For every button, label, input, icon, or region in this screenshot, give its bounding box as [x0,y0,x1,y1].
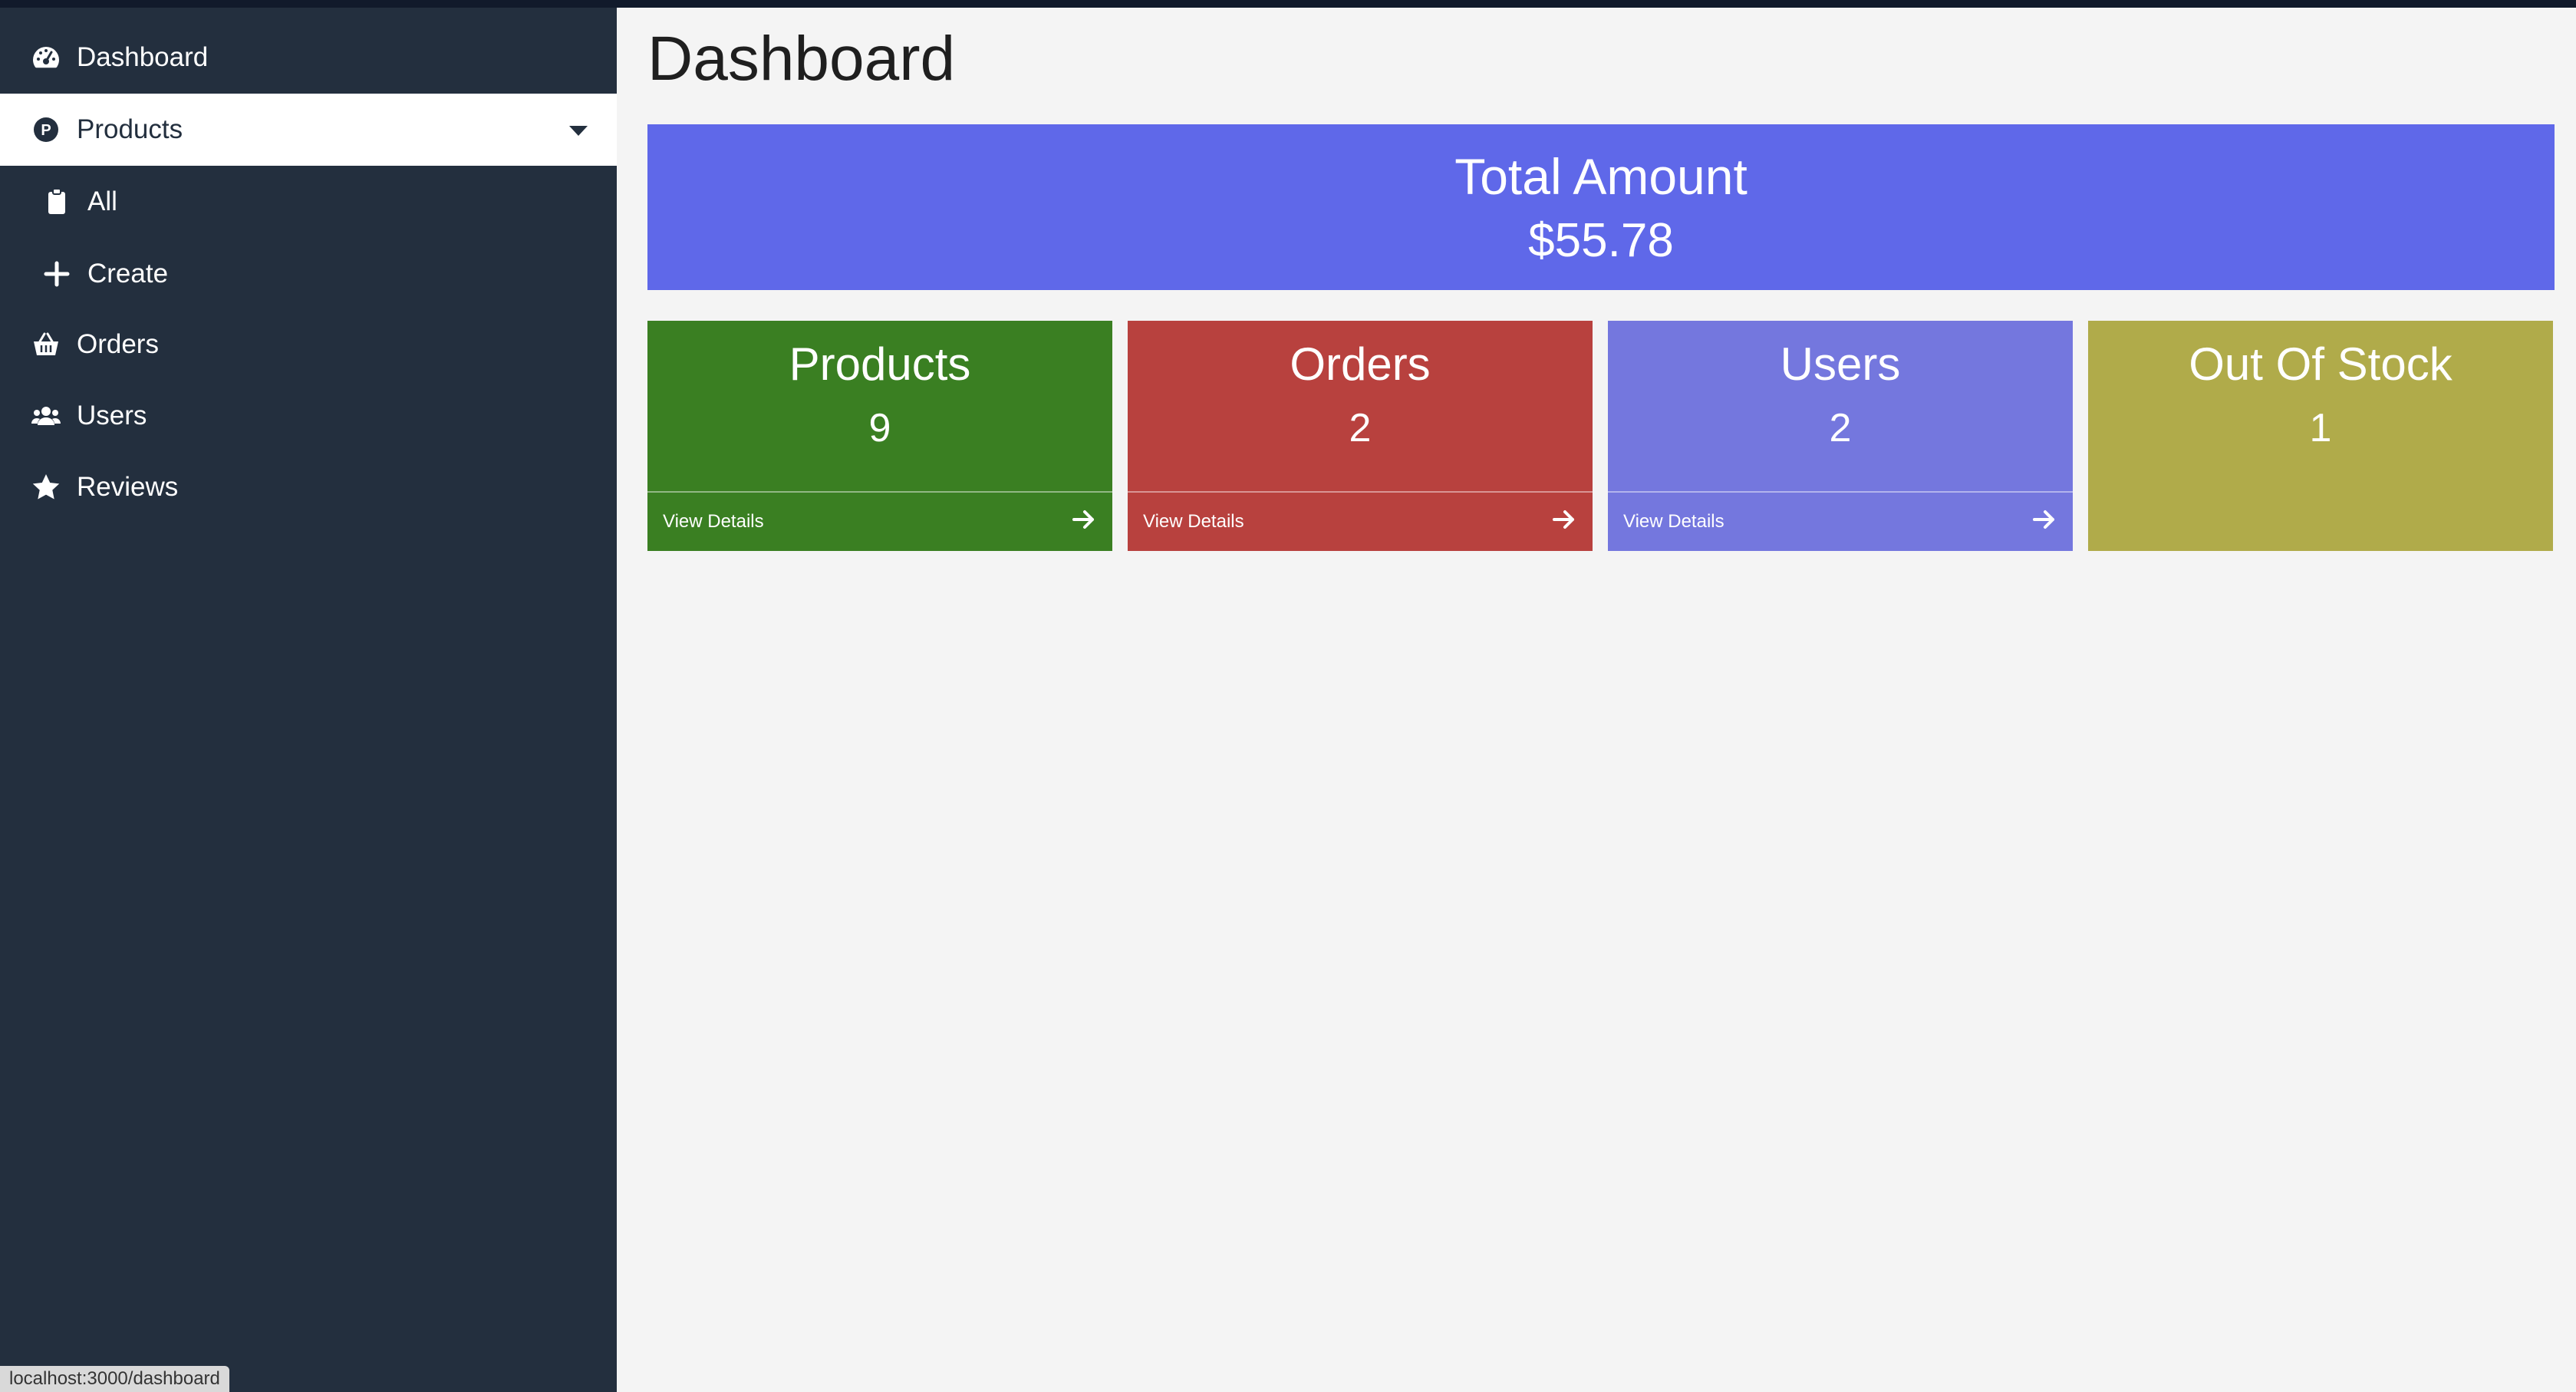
card-title: Products [789,338,971,390]
view-details-label: View Details [663,511,764,532]
total-amount-card: Total Amount $55.78 [647,124,2555,290]
basket-icon [29,328,63,361]
view-details-label: View Details [1143,511,1244,532]
view-details-link[interactable]: View Details [1608,491,2073,551]
sidebar-item-products[interactable]: P Products [0,94,617,166]
star-icon [29,470,63,504]
chevron-down-icon[interactable] [569,126,588,136]
view-details-link[interactable]: View Details [1128,491,1593,551]
card-title: Orders [1290,338,1431,390]
total-amount-value: $55.78 [1528,214,1674,267]
sidebar-item-label: Create [87,259,169,289]
status-url: localhost:3000/dashboard [0,1366,229,1392]
product-p-icon: P [29,113,63,147]
arrow-right-icon [1551,506,1577,538]
card-title: Out Of Stock [2189,338,2452,390]
sidebar-item-label: Users [77,401,147,430]
users-card: Users 2 View Details [1608,321,2073,551]
total-amount-label: Total Amount [1454,148,1748,205]
out-of-stock-card: Out Of Stock 1 [2088,321,2553,551]
sidebar-item-label: All [87,186,117,216]
sidebar-item-all[interactable]: All [0,166,617,238]
arrow-right-icon [1071,506,1097,538]
svg-text:P: P [41,122,51,139]
main-content: Dashboard Total Amount $55.78 Products 9… [617,8,2576,1392]
card-value: 2 [1829,406,1852,450]
card-value: 9 [868,406,891,450]
sidebar-item-label: Reviews [77,472,179,502]
card-value: 1 [2309,406,2332,450]
sidebar-item-label: Dashboard [77,42,209,72]
tachometer-icon [29,41,63,74]
sidebar-item-label: Orders [77,329,159,359]
sidebar: Dashboard P Products All Create Orders U… [0,8,617,1392]
sidebar-item-create[interactable]: Create [0,238,617,310]
arrow-right-icon [2031,506,2057,538]
users-icon [29,399,63,433]
top-bar [0,0,2576,8]
sidebar-item-dashboard[interactable]: Dashboard [0,21,617,94]
sidebar-item-reviews[interactable]: Reviews [0,451,617,523]
view-details-label: View Details [1623,511,1724,532]
orders-card: Orders 2 View Details [1128,321,1593,551]
clipboard-icon [40,185,74,219]
sidebar-item-label: Products [77,114,183,144]
card-value: 2 [1349,406,1372,450]
page-title: Dashboard [647,24,956,94]
card-title: Users [1780,338,1901,390]
sidebar-item-users[interactable]: Users [0,380,617,452]
products-card: Products 9 View Details [647,321,1112,551]
plus-icon [40,257,74,291]
sidebar-item-orders[interactable]: Orders [0,308,617,381]
view-details-link[interactable]: View Details [647,491,1112,551]
